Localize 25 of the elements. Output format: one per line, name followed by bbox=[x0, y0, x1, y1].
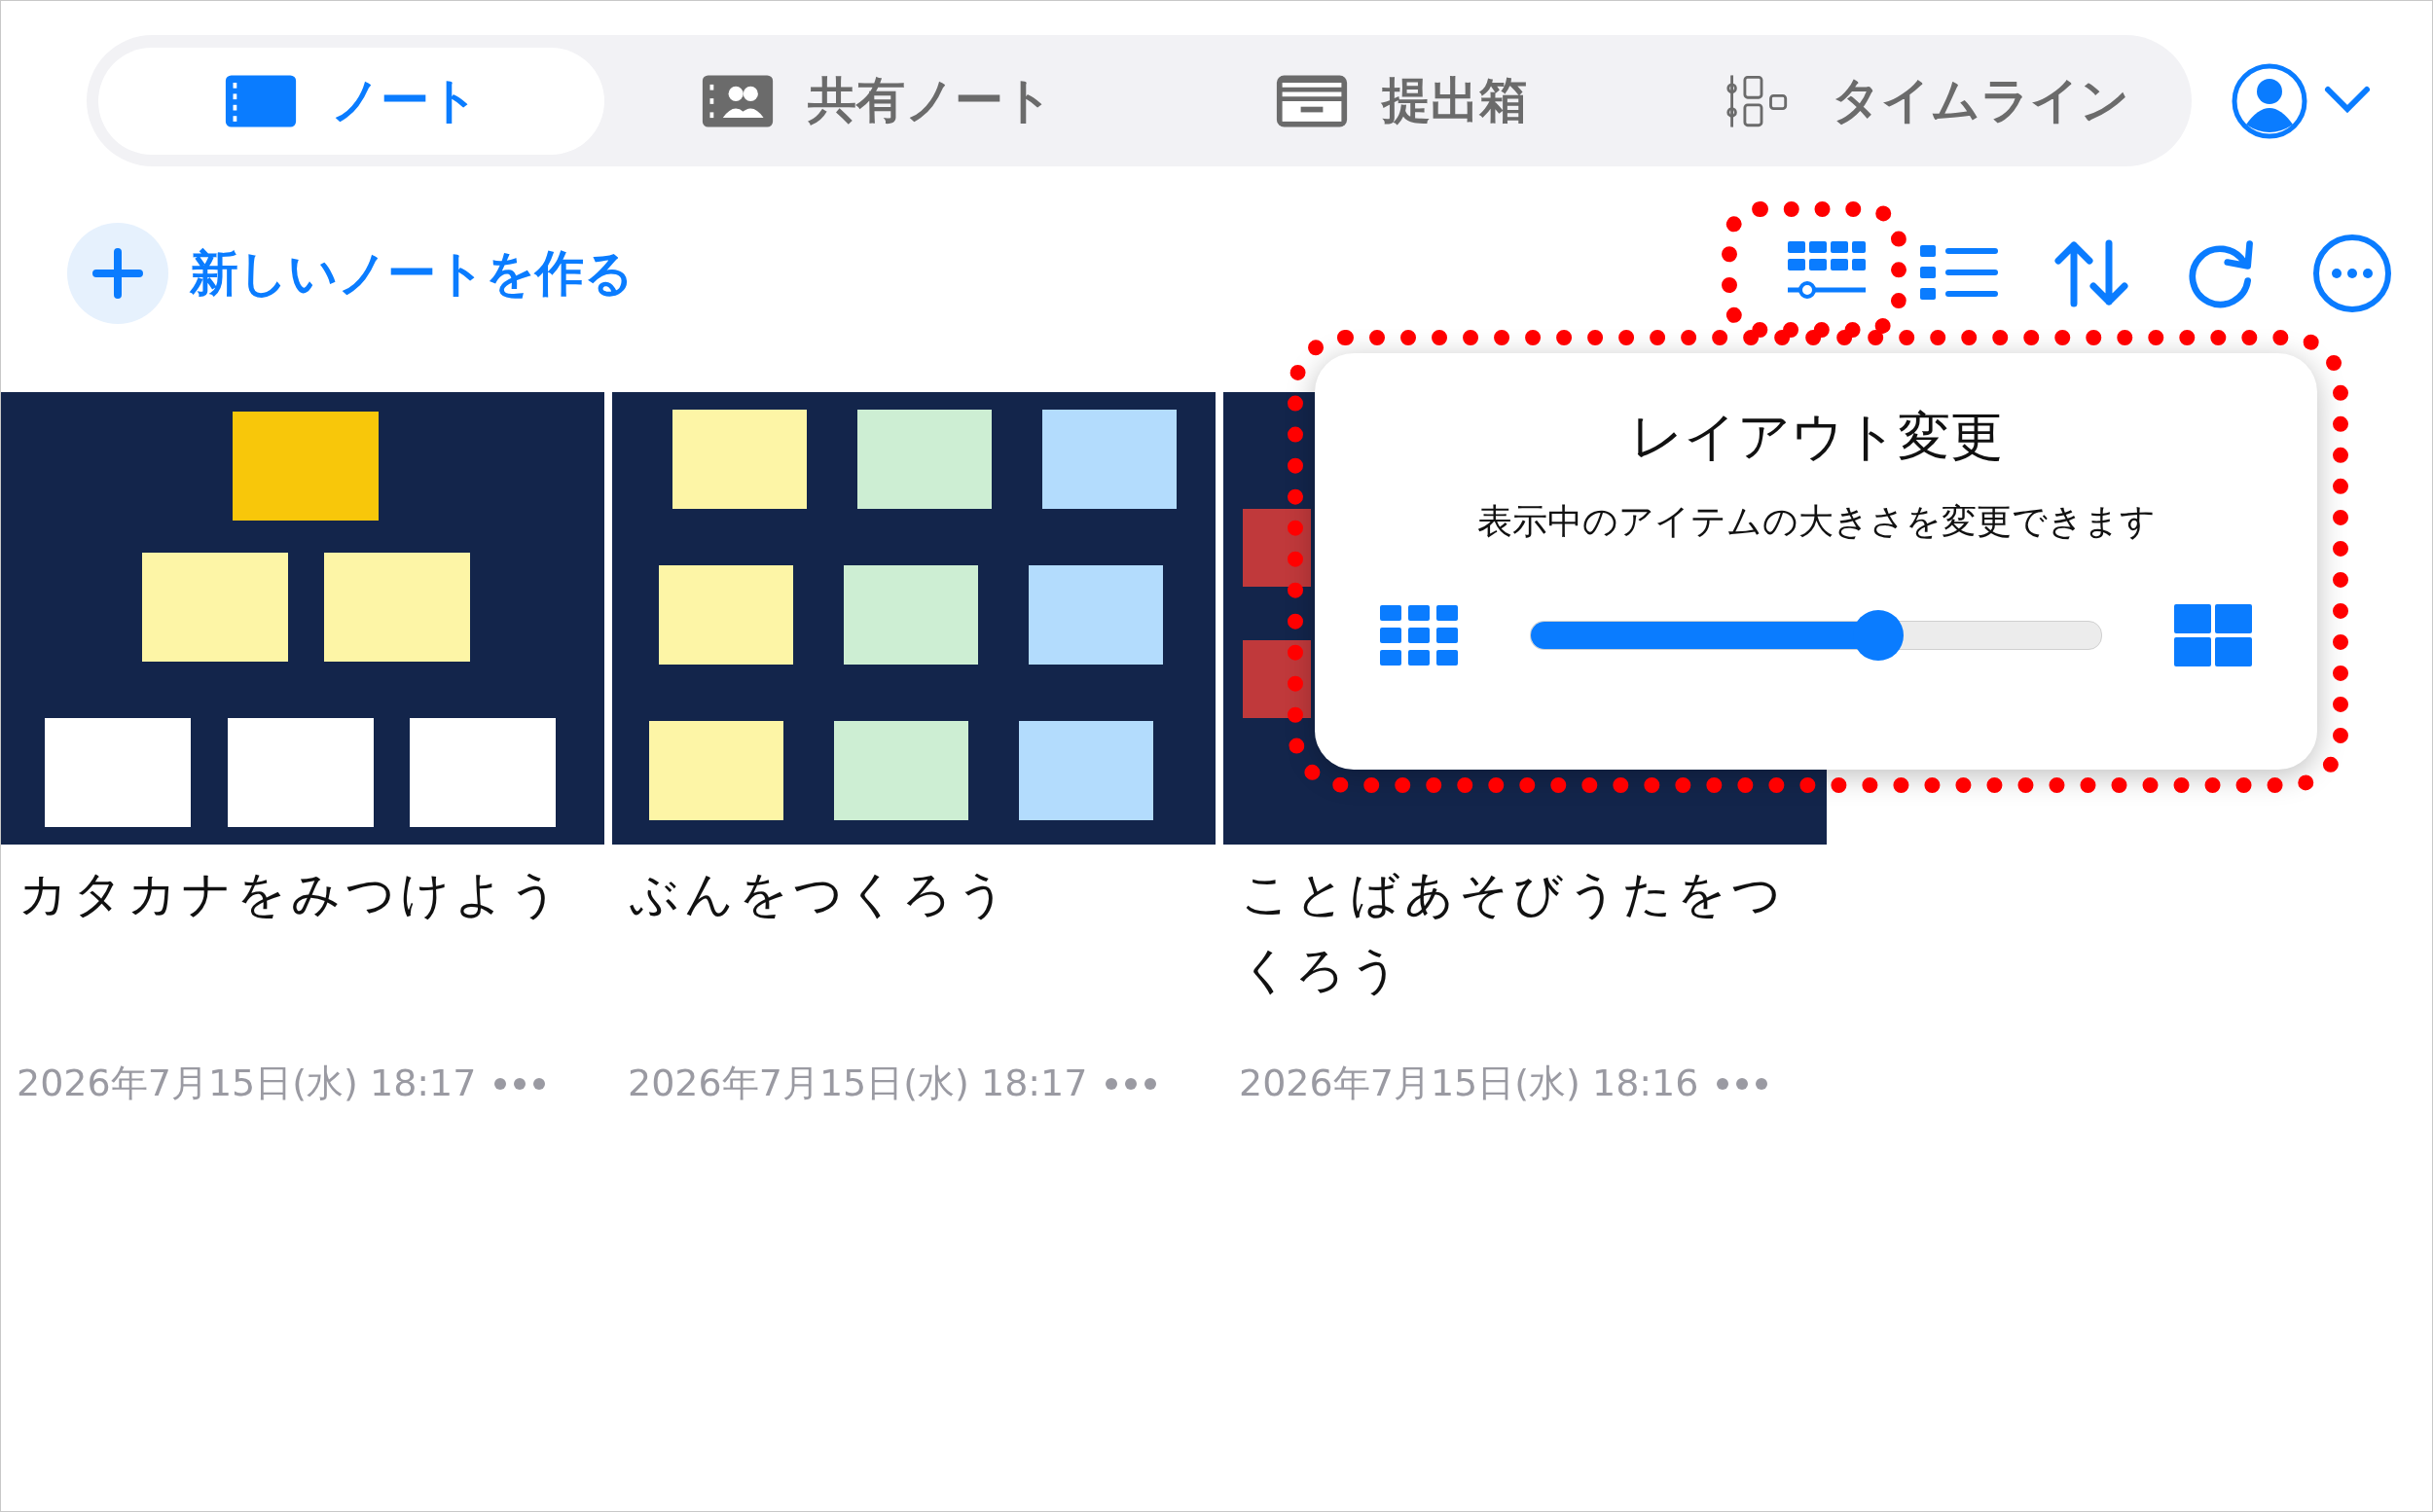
tab[interactable]: 提出箱 bbox=[1148, 47, 1655, 155]
more-options-button[interactable] bbox=[2311, 233, 2393, 314]
small-grid-icon bbox=[1380, 605, 1458, 666]
large-grid-icon bbox=[2174, 604, 2252, 666]
note-date: 2026年7月15日(水) 18:16 bbox=[1239, 1061, 1699, 1106]
popover-description: 表示中のアイテムの大きさを変更できます bbox=[1476, 500, 2156, 543]
tray-icon bbox=[1275, 72, 1350, 129]
note-title: カタカナをみつけよう bbox=[18, 865, 564, 924]
more-icon[interactable] bbox=[493, 1076, 546, 1091]
note-date: 2026年7月15日(水) 18:17 bbox=[17, 1061, 477, 1106]
more-icon[interactable] bbox=[1105, 1076, 1157, 1091]
popover-title: レイアウト変更 bbox=[1629, 405, 2003, 469]
notebook-icon bbox=[224, 72, 298, 129]
note-date: 2026年7月15日(水) 18:17 bbox=[628, 1061, 1088, 1106]
shared-notebook-icon bbox=[700, 72, 775, 129]
tab[interactable]: 共有ノート bbox=[623, 47, 1130, 155]
tab[interactable]: タイムライン bbox=[1673, 47, 2180, 155]
note-title: ぶんをつくろう bbox=[629, 865, 1012, 924]
more-icon[interactable] bbox=[1716, 1076, 1768, 1091]
note-title: ことばあそびうたをつくろう bbox=[1240, 865, 1787, 1000]
thumbnail-drawing[interactable] bbox=[612, 392, 1216, 845]
plus-icon bbox=[67, 223, 168, 324]
thumbnail-drawing[interactable] bbox=[1, 392, 604, 845]
new-note-button[interactable]: 新しいノートを作る bbox=[67, 223, 634, 324]
tab[interactable]: ノート bbox=[98, 47, 604, 155]
